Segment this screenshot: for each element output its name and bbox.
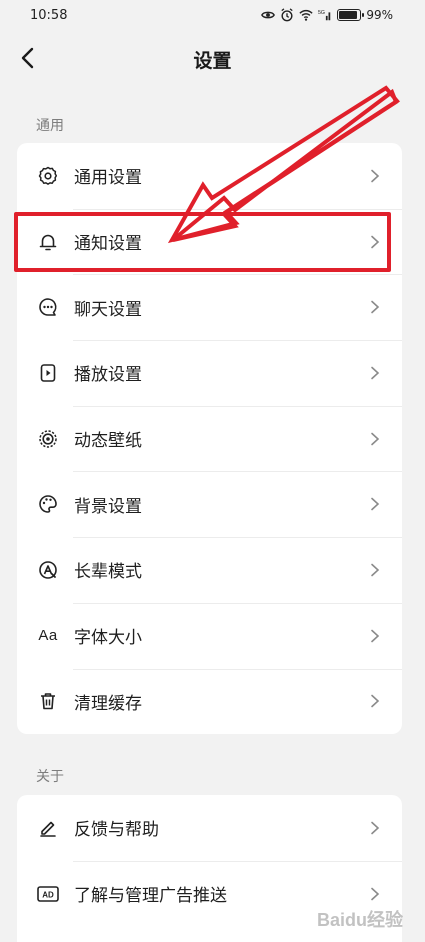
- settings-item-feedback[interactable]: 反馈与帮助: [17, 795, 402, 861]
- palette-icon: [37, 493, 59, 515]
- header: 设置: [0, 30, 425, 88]
- settings-item-chat[interactable]: 聊天设置: [17, 274, 402, 340]
- font-size-icon-text: Aa: [38, 627, 58, 645]
- chevron-right-icon: [371, 695, 380, 708]
- settings-item-label: 长辈模式: [74, 562, 142, 583]
- eye-icon: [261, 11, 276, 19]
- trash-icon: [37, 690, 59, 712]
- settings-item-font-size[interactable]: Aa 字体大小: [17, 602, 402, 669]
- chevron-right-icon: [371, 432, 380, 445]
- wifi-icon: [299, 9, 313, 21]
- back-button[interactable]: [14, 44, 42, 72]
- battery-icon: [337, 9, 365, 21]
- page-title: 设置: [193, 49, 232, 72]
- settings-item-elder-mode[interactable]: 长辈模式: [17, 537, 402, 603]
- chevron-right-icon: [371, 300, 380, 314]
- settings-item-label: 反馈与帮助: [74, 820, 159, 841]
- ad-icon: AD: [37, 883, 59, 905]
- chevron-left-icon: [21, 47, 34, 69]
- settings-item-label: 动态壁纸: [74, 431, 142, 452]
- alarm-icon: [281, 8, 293, 22]
- settings-item-playback[interactable]: 播放设置: [17, 340, 402, 406]
- elder-mode-icon: [37, 559, 59, 581]
- settings-item-clear-cache[interactable]: 清理缓存: [17, 668, 402, 735]
- chat-bubble-icon: [37, 296, 59, 318]
- section-label-about: 关于: [36, 769, 64, 785]
- chevron-right-icon: [371, 887, 380, 900]
- chevron-right-icon: [371, 497, 380, 511]
- settings-item-live-wallpaper[interactable]: 动态壁纸: [17, 405, 402, 472]
- live-wallpaper-icon: [37, 428, 59, 450]
- settings-item-background[interactable]: 背景设置: [17, 471, 402, 537]
- settings-item-label: 聊天设置: [74, 299, 142, 320]
- signal-5g-icon: 5G: [318, 10, 331, 21]
- play-card-icon: [37, 362, 59, 384]
- ad-icon-text: AD: [42, 890, 54, 899]
- svg-text:5G: 5G: [318, 10, 325, 16]
- battery-percent: 99%: [366, 8, 393, 22]
- pencil-icon: [37, 817, 59, 839]
- settings-item-label: 背景设置: [74, 496, 142, 517]
- section-label-general: 通用: [36, 118, 64, 134]
- status-icons: 5G 99%: [261, 8, 393, 22]
- status-bar: 10:58 5G 99%: [0, 0, 425, 30]
- chevron-right-icon: [371, 563, 380, 577]
- settings-item-label: 播放设置: [74, 365, 142, 386]
- gear-icon: [37, 165, 59, 187]
- status-time: 10:58: [30, 7, 68, 23]
- settings-item-label: 清理缓存: [74, 693, 142, 714]
- settings-item-label: 通用设置: [74, 168, 142, 189]
- settings-item-general[interactable]: 通用设置: [17, 143, 402, 209]
- settings-item-label: 了解与管理广告推送: [74, 886, 227, 907]
- chevron-right-icon: [371, 366, 380, 380]
- chevron-right-icon: [371, 821, 380, 835]
- font-size-icon: Aa: [37, 625, 59, 647]
- watermark: Baidu经验: [316, 910, 403, 930]
- settings-item-label: 字体大小: [74, 628, 142, 649]
- chevron-right-icon: [371, 169, 380, 183]
- highlight-box: [14, 212, 391, 272]
- chevron-right-icon: [371, 629, 380, 642]
